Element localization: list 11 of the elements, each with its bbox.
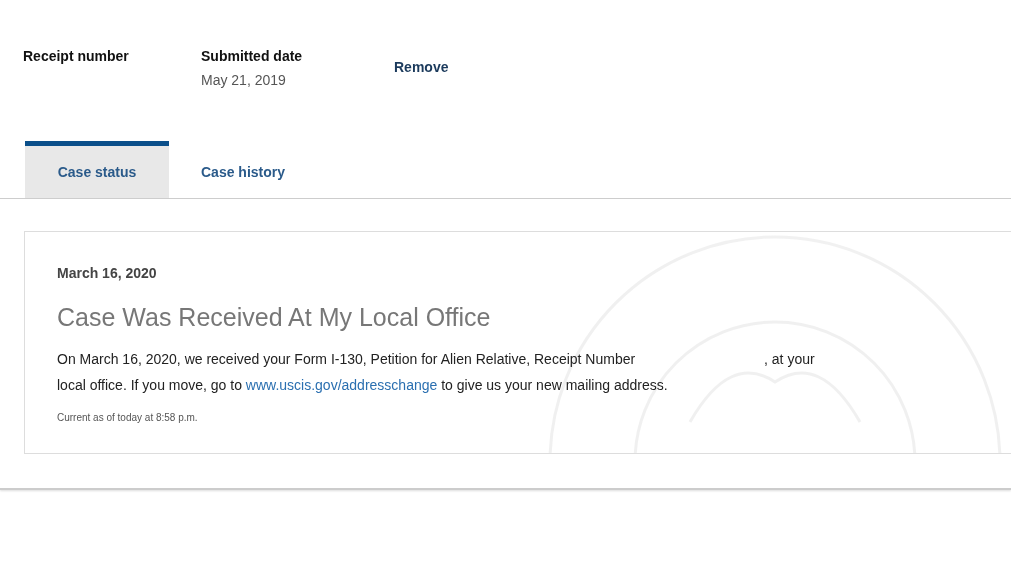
- remove-link[interactable]: Remove: [394, 59, 449, 75]
- field-label: Submitted date: [201, 48, 304, 64]
- status-title: Case Was Received At My Local Office: [57, 303, 492, 332]
- tab[interactable]: Case status: [25, 141, 169, 198]
- status-message: On March 16, 2020, we received your Form I-130, Petition for Alien Relative, Receipt Number , at your local office. If you move, go to www.uscis.gov/addresschange to give us your new mailing address.: [57, 350, 816, 395]
- tab[interactable]: Case history: [169, 141, 318, 198]
- field-label: Receipt number: [23, 48, 130, 64]
- address-change-link[interactable]: www.uscis.gov/addresschange: [245, 377, 438, 393]
- updated-time: Current as of today at 8:58 p.m.: [57, 412, 199, 423]
- field-value: May 21, 2019: [201, 72, 287, 88]
- status-date: March 16, 2020: [57, 265, 158, 281]
